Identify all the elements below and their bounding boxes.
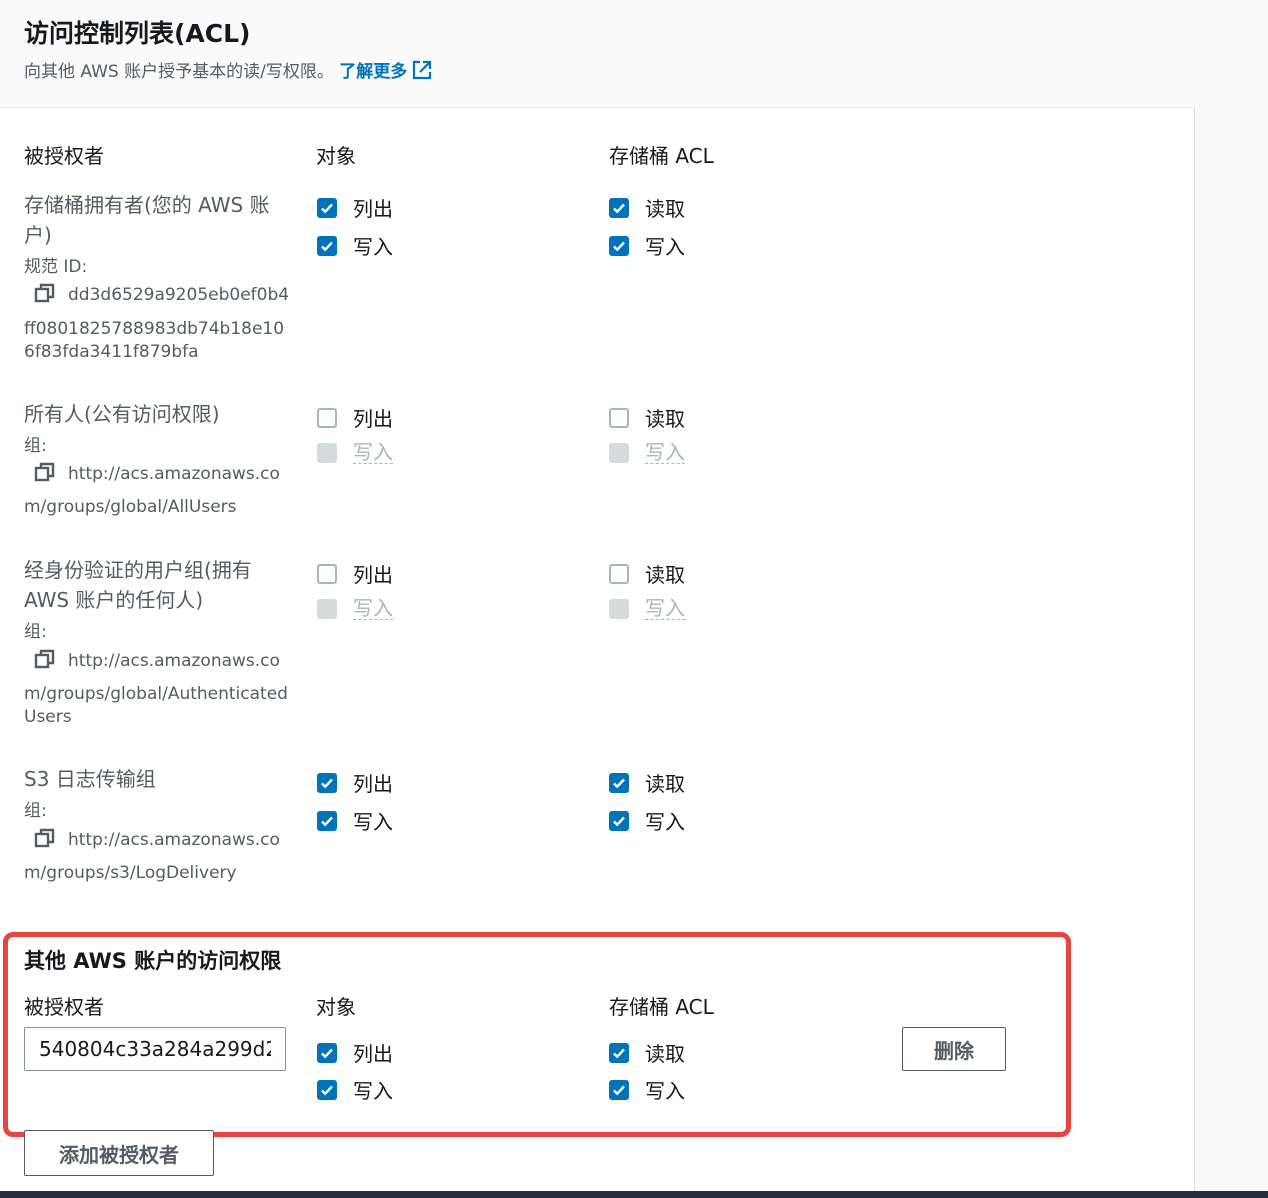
group-uri-rest: m/groups/global/AuthenticatedUsers [24,684,288,727]
column-header-objects: 对象 [316,144,356,168]
checkbox-label: 写入 [353,440,393,464]
canonical-id-rest: ff0801825788983db74b18e106f83fda3411f879… [24,319,285,362]
right-gutter [1195,0,1268,1198]
checkbox-disabled [609,598,629,619]
column-header-bucket-acl: 存储桶 ACL [609,144,714,168]
checkbox-disabled [609,442,629,463]
group-uri-rest: m/groups/s3/LogDelivery [24,863,237,883]
auth-objects-list[interactable]: 列出 [317,559,393,588]
checkbox[interactable] [609,407,629,428]
acl-panel: 访问控制列表(ACL) 向其他 AWS 账户授予基本的读/写权限。 了解更多 被… [0,0,1195,1198]
copy-icon[interactable] [34,827,56,849]
checkmark-icon [613,778,625,788]
checkmark-icon [613,241,625,251]
add-grantee-button[interactable]: 添加被授权者 [24,1130,214,1176]
auth-bucket-read[interactable]: 读取 [609,559,685,588]
grantee-name-bucket-owner: 存储桶拥有者(您的 AWS 账户) [24,193,270,247]
checkmark-icon [613,816,625,826]
checkbox[interactable] [317,197,337,218]
group-label: 组: [24,622,47,642]
checkbox-label: 列出 [353,563,393,587]
checkbox[interactable] [609,772,629,793]
group-uri-line: http://acs.amazonaws.co [24,645,294,678]
grantee-name-authenticated-users: 经身份验证的用户组(拥有 AWS 账户的任何人) [24,558,252,612]
checkbox-label: 写入 [353,810,393,834]
bottom-bar [0,1191,1268,1198]
checkmark-icon [321,778,333,788]
checkbox[interactable] [317,810,337,831]
everyone-bucket-write: 写入 [609,441,685,464]
copy-icon[interactable] [34,282,56,304]
owner-bucket-read[interactable]: 读取 [609,193,685,222]
checkmark-icon [613,203,625,213]
checkbox-disabled [317,598,337,619]
checkbox[interactable] [317,563,337,584]
checkbox-label: 写入 [353,596,393,620]
column-header-grantee: 被授权者 [24,144,104,168]
checkbox-label: 读取 [645,197,685,221]
subtitle-text: 向其他 AWS 账户授予基本的读/写权限。 [24,62,334,82]
checkbox-label: 列出 [353,407,393,431]
group-label: 组: [24,436,47,456]
checkmark-icon [321,241,333,251]
copy-icon[interactable] [34,648,56,670]
checkbox-disabled [317,442,337,463]
group-uri-line1: http://acs.amazonaws.co [68,651,280,671]
checkbox[interactable] [609,235,629,256]
checkbox-label: 读取 [645,563,685,587]
learn-more-label: 了解更多 [339,62,408,82]
checkbox-label: 列出 [353,772,393,796]
checkbox[interactable] [609,810,629,831]
grantee-name-everyone: 所有人(公有访问权限) [24,402,220,426]
everyone-bucket-read[interactable]: 读取 [609,403,685,432]
checkbox[interactable] [317,407,337,428]
checkbox[interactable] [317,235,337,256]
group-label: 组: [24,801,47,821]
highlight-annotation [3,932,1071,1137]
checkbox-label: 写入 [353,235,393,259]
acl-header: 访问控制列表(ACL) 向其他 AWS 账户授予基本的读/写权限。 了解更多 [0,0,1195,108]
everyone-objects-list[interactable]: 列出 [317,403,393,432]
checkbox[interactable] [317,772,337,793]
log-objects-list[interactable]: 列出 [317,768,393,797]
checkmark-icon [321,203,333,213]
group-uri-line: http://acs.amazonaws.co [24,458,294,491]
page-title: 访问控制列表(ACL) [24,19,251,48]
owner-objects-write[interactable]: 写入 [317,231,393,260]
checkbox-label: 读取 [645,407,685,431]
group-uri-line1: http://acs.amazonaws.co [68,830,280,850]
learn-more-link[interactable]: 了解更多 [339,60,433,82]
checkbox-label: 写入 [645,810,685,834]
owner-bucket-write[interactable]: 写入 [609,231,685,260]
checkmark-icon [321,816,333,826]
checkbox[interactable] [609,197,629,218]
group-uri-line: http://acs.amazonaws.co [24,824,294,857]
auth-objects-write: 写入 [317,597,393,620]
log-bucket-write[interactable]: 写入 [609,806,685,835]
checkbox-label: 写入 [645,235,685,259]
checkbox-label: 列出 [353,197,393,221]
canonical-id-label: 规范 ID: [24,257,88,277]
checkbox[interactable] [609,563,629,584]
copy-icon[interactable] [34,461,56,483]
canonical-id-line: dd3d6529a9205eb0ef0b4 [24,279,294,312]
auth-bucket-write: 写入 [609,597,685,620]
group-uri-rest: m/groups/global/AllUsers [24,497,237,517]
log-objects-write[interactable]: 写入 [317,806,393,835]
page-subtitle: 向其他 AWS 账户授予基本的读/写权限。 了解更多 [24,57,433,82]
checkbox-label: 读取 [645,772,685,796]
log-bucket-read[interactable]: 读取 [609,768,685,797]
checkbox-label: 写入 [645,440,685,464]
canonical-id-line1: dd3d6529a9205eb0ef0b4 [68,285,290,305]
external-link-icon [413,60,432,80]
checkbox-label: 写入 [645,596,685,620]
grantee-name-log-delivery: S3 日志传输组 [24,767,156,791]
group-uri-line1: http://acs.amazonaws.co [68,464,280,484]
owner-objects-list[interactable]: 列出 [317,193,393,222]
everyone-objects-write: 写入 [317,441,393,464]
